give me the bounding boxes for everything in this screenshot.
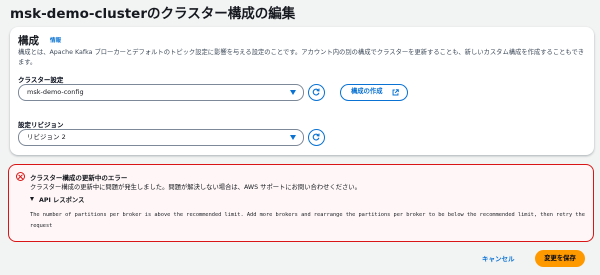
caret-down-icon xyxy=(30,197,34,201)
revision-select[interactable]: リビジョン 2 xyxy=(18,129,304,146)
section-title: 構成 xyxy=(18,35,39,47)
caret-down-icon xyxy=(290,135,296,140)
info-link[interactable]: 情報 xyxy=(50,36,61,44)
configuration-panel: 構成 情報 構成とは、Apache Kafka ブローカーとデフォルトのトピック… xyxy=(10,27,594,155)
api-response-expander[interactable]: API レスポンス xyxy=(30,195,84,204)
caret-down-icon xyxy=(290,90,296,95)
section-description: 構成とは、Apache Kafka ブローカーとデフォルトのトピック設定に影響を… xyxy=(18,49,585,66)
refresh-revision-button[interactable] xyxy=(308,129,325,146)
refresh-icon xyxy=(312,133,320,141)
api-response-label: API レスポンス xyxy=(39,197,85,204)
error-icon xyxy=(16,172,25,181)
create-configuration-button[interactable]: 構成の作成 xyxy=(340,84,408,101)
cluster-config-select[interactable]: msk-demo-config xyxy=(18,84,304,101)
save-changes-button[interactable]: 変更を保存 xyxy=(535,250,585,267)
cluster-config-label: クラスター設定 xyxy=(18,76,64,84)
error-title: クラスター構成の更新中のエラー xyxy=(30,174,128,182)
error-alert: クラスター構成の更新中のエラー クラスター構成の更新中に問題が発生しました。問題… xyxy=(8,164,594,242)
revision-value: リビジョン 2 xyxy=(27,133,66,141)
cluster-config-value: msk-demo-config xyxy=(27,88,84,96)
cancel-button[interactable]: キャンセル xyxy=(482,253,515,263)
external-link-icon xyxy=(392,89,399,96)
refresh-config-button[interactable] xyxy=(308,84,325,101)
page-title: msk-demo-clusterのクラスター構成の編集 xyxy=(10,6,296,22)
revision-label: 設定リビジョン xyxy=(18,121,64,129)
error-message: クラスター構成の更新中に問題が発生しました。問題が解決しない場合は、AWS サポ… xyxy=(30,184,361,191)
api-response-detail: The number of partitions per broker is a… xyxy=(30,212,585,229)
refresh-icon xyxy=(312,88,320,96)
create-configuration-label: 構成の作成 xyxy=(351,88,383,95)
